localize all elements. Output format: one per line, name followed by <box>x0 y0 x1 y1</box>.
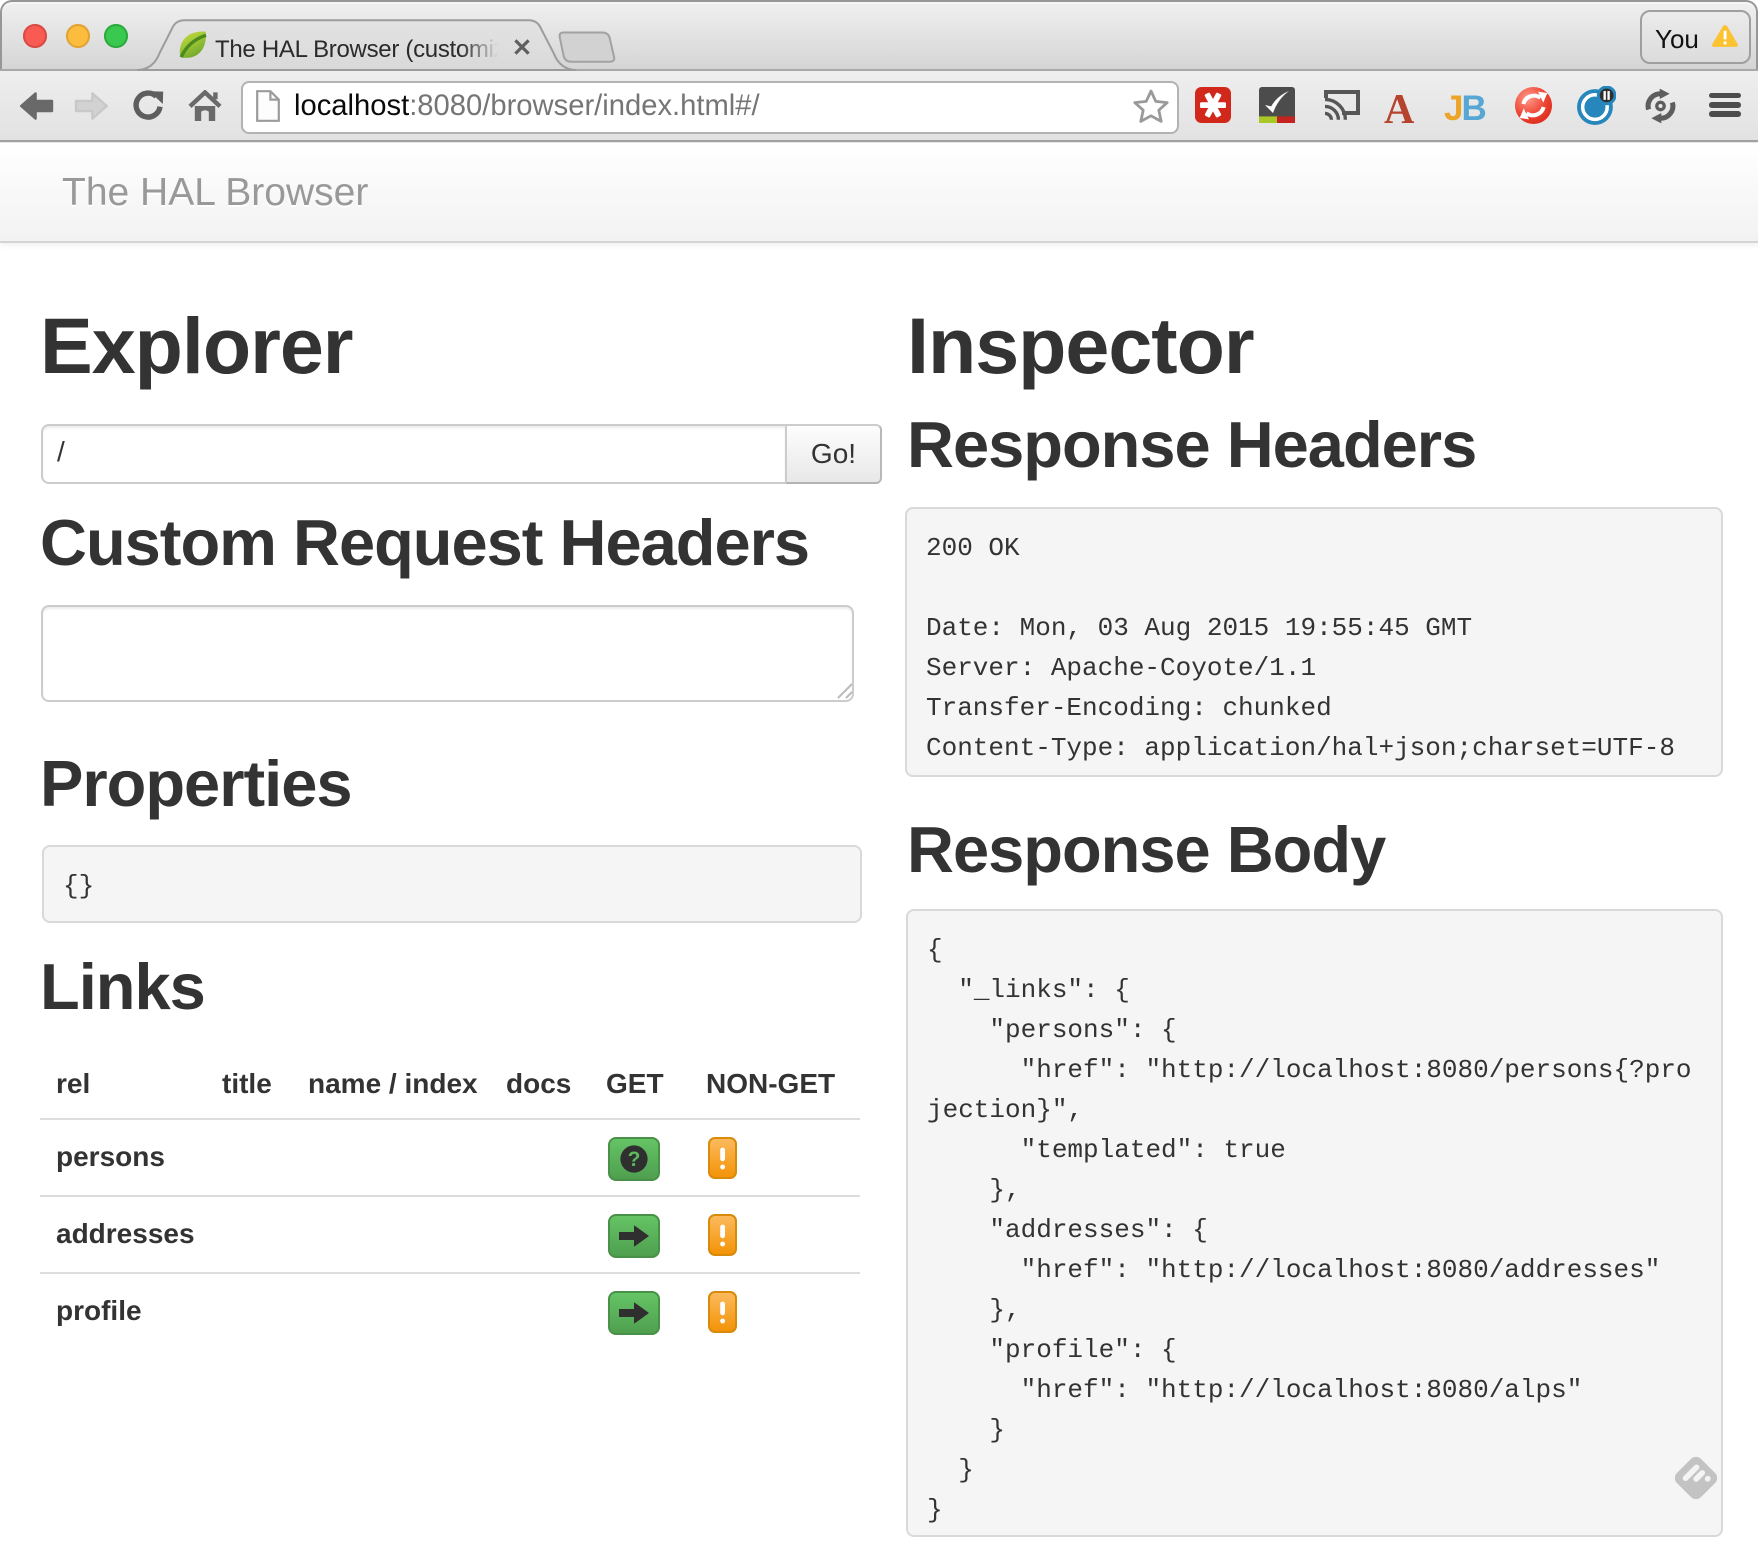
svg-text:?: ? <box>628 1148 641 1171</box>
